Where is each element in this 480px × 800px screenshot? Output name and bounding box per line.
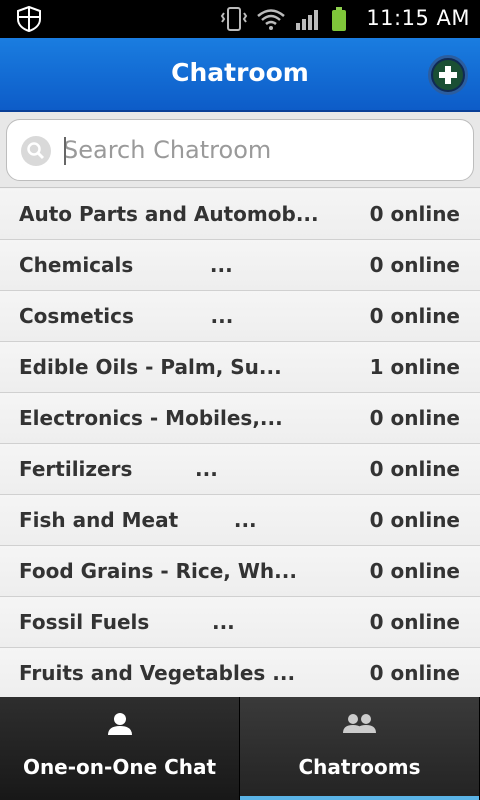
chatroom-name: Auto Parts and Automob...: [19, 202, 319, 226]
online-count: 0 online: [369, 406, 460, 430]
add-chatroom-button[interactable]: [428, 55, 468, 95]
chatroom-row[interactable]: Fruits and Vegetables ... 0 online: [0, 648, 480, 697]
active-tab-indicator: [240, 796, 479, 800]
online-count: 0 online: [369, 457, 460, 481]
online-count: 1 online: [369, 355, 460, 379]
online-count: 0 online: [369, 610, 460, 634]
chatroom-name: Chemicals ...: [19, 253, 233, 277]
chatroom-name: Fruits and Vegetables ...: [19, 661, 296, 685]
vibrate-icon: [220, 7, 248, 31]
online-count: 0 online: [369, 508, 460, 532]
search-box[interactable]: [6, 119, 474, 181]
chatroom-name: Fertilizers ...: [19, 457, 218, 481]
page-title: Chatroom: [171, 58, 309, 87]
group-icon: [342, 714, 376, 733]
shield-icon: [17, 5, 41, 33]
online-count: 0 online: [369, 253, 460, 277]
online-count: 0 online: [369, 304, 460, 328]
search-bar: [0, 112, 480, 188]
chatroom-row[interactable]: Electronics - Mobiles,... 0 online: [0, 393, 480, 444]
chatroom-name: Cosmetics ...: [19, 304, 234, 328]
chatroom-name: Edible Oils - Palm, Su...: [19, 355, 282, 379]
chatroom-name: Electronics - Mobiles,...: [19, 406, 283, 430]
battery-icon: [332, 7, 346, 31]
chatroom-row[interactable]: Auto Parts and Automob... 0 online: [0, 189, 480, 240]
bottom-tab-bar: One-on-One Chat Chatrooms: [0, 697, 480, 800]
app-header: Chatroom: [0, 38, 480, 112]
online-count: 0 online: [369, 661, 460, 685]
search-icon: [21, 136, 51, 166]
chatroom-row[interactable]: Fish and Meat ... 0 online: [0, 495, 480, 546]
chatroom-row[interactable]: Fertilizers ... 0 online: [0, 444, 480, 495]
status-icons: [220, 5, 348, 33]
status-time: 11:15 AM: [366, 6, 470, 30]
chatroom-row[interactable]: Chemicals ... 0 online: [0, 240, 480, 291]
text-cursor: [64, 137, 66, 165]
tab-label: Chatrooms: [298, 755, 421, 779]
person-icon: [107, 713, 132, 735]
chatroom-name: Food Grains - Rice, Wh...: [19, 559, 297, 583]
chatroom-row[interactable]: Food Grains - Rice, Wh... 0 online: [0, 546, 480, 597]
tab-chatrooms[interactable]: Chatrooms: [240, 697, 480, 800]
chatroom-name: Fossil Fuels ...: [19, 610, 235, 634]
online-count: 0 online: [369, 202, 460, 226]
online-count: 0 online: [369, 559, 460, 583]
chatroom-row[interactable]: Cosmetics ... 0 online: [0, 291, 480, 342]
chatroom-list[interactable]: Auto Parts and Automob... 0 online Chemica…: [0, 189, 480, 697]
chatroom-row[interactable]: Fossil Fuels ... 0 online: [0, 597, 480, 648]
search-input[interactable]: [59, 130, 459, 170]
chatroom-name: Fish and Meat ...: [19, 508, 257, 532]
status-bar: 11:15 AM: [0, 0, 480, 38]
tab-label: One-on-One Chat: [22, 755, 217, 779]
wifi-icon: [257, 9, 285, 30]
chatroom-row[interactable]: Edible Oils - Palm, Su... 1 online: [0, 342, 480, 393]
tab-one-on-one-chat[interactable]: One-on-One Chat: [0, 697, 240, 800]
signal-icon: [296, 10, 318, 30]
plus-icon: [433, 60, 463, 90]
